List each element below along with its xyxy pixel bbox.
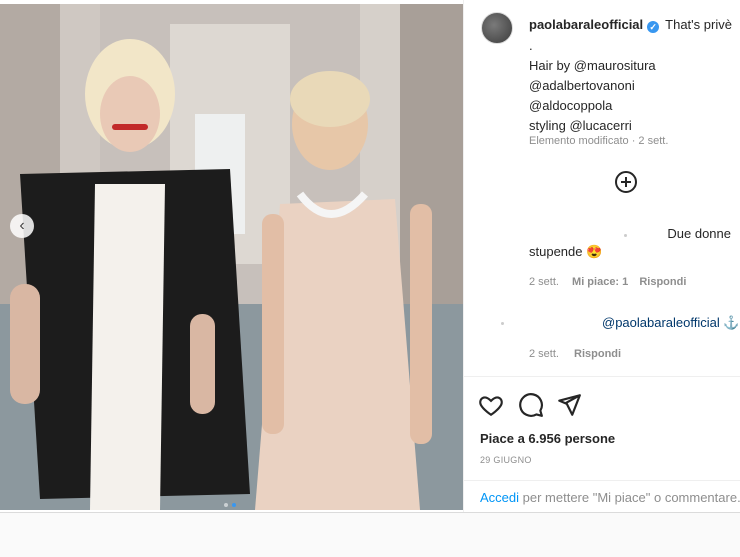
avatar[interactable] (481, 12, 513, 44)
carousel-dot (224, 503, 228, 507)
carousel-dots (222, 494, 238, 510)
comment-1: Due donne stupende 😍 (529, 225, 739, 261)
photo-illustration (0, 4, 463, 510)
caption-line: Hair by @maurositura (529, 58, 656, 73)
username-link[interactable]: paolabaraleofficial (529, 17, 643, 32)
likes-count[interactable]: Piace a 6.956 persone (480, 431, 615, 446)
chevron-left-icon[interactable]: ‹ (10, 214, 34, 238)
verified-badge-icon: ✓ (647, 21, 660, 33)
action-bar (464, 376, 740, 437)
login-text: Accedi per mettere "Mi piace" o commenta… (480, 490, 740, 505)
comment-1-text-a: Due donne (667, 226, 731, 241)
comment-icon[interactable] (518, 392, 544, 418)
caption-line: styling @lucacerri (529, 118, 632, 133)
heart-icon[interactable] (478, 392, 504, 418)
comment-time: 2 sett. (529, 348, 559, 360)
caption-line: @adalbertovanoni (529, 78, 635, 93)
caption-line: . (529, 38, 533, 53)
post-photo[interactable]: ‹ (0, 4, 463, 510)
login-link[interactable]: Accedi (480, 490, 519, 505)
carousel-dot-active (232, 503, 236, 507)
reply-button[interactable]: Rispondi (574, 348, 621, 360)
dot-decoration (501, 322, 504, 325)
login-prompt-rest: per mettere "Mi piace" o commentare. (519, 490, 740, 505)
comment-1-text-b: stupende 😍 (529, 244, 603, 259)
instagram-post: ‹ paolabaraleofficial ✓ That's privè . Hai… (0, 0, 740, 512)
page-bottom-area (0, 512, 740, 557)
comment-1-meta: 2 sett. Mi piace: 1 Rispondi (529, 276, 686, 288)
reply-button[interactable]: Rispondi (639, 276, 686, 288)
comment-time: 2 sett. (529, 276, 559, 288)
edited-label: Elemento modificato · 2 sett. (529, 135, 669, 147)
login-prompt: Accedi per mettere "Mi piace" o commenta… (464, 480, 740, 513)
comment-2-meta: 2 sett. Rispondi (529, 348, 621, 360)
comment-likes[interactable]: Mi piace: 1 (572, 276, 628, 288)
caption-text: That's privè (665, 17, 732, 32)
comment-2[interactable]: @paolabaraleofficial ⚓ (602, 315, 740, 331)
caption-line: @aldocoppola (529, 98, 613, 113)
post-header: paolabaraleofficial ✓ That's privè (529, 17, 732, 33)
share-icon[interactable] (556, 392, 582, 418)
post-sidebar: paolabaraleofficial ✓ That's privè . Hair … (463, 0, 740, 512)
caption: . Hair by @maurositura @adalbertovanoni … (529, 36, 656, 136)
plus-circle-icon[interactable] (615, 171, 637, 193)
post-date: 29 GIUGNO (480, 455, 532, 465)
